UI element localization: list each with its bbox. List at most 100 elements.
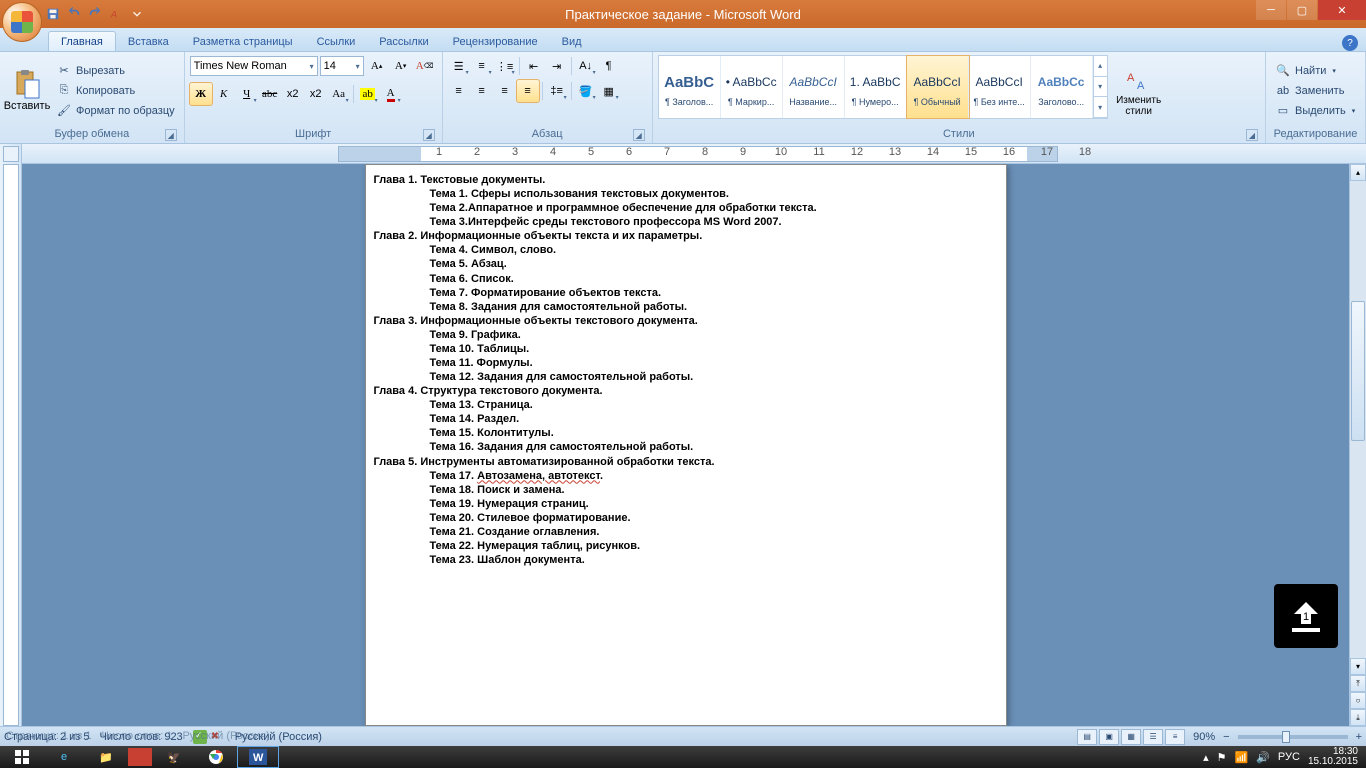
decrease-indent-button[interactable]: ⇤ bbox=[523, 55, 545, 77]
gallery-more[interactable]: ▾ bbox=[1094, 97, 1107, 118]
justify-button[interactable]: ≡ bbox=[517, 80, 539, 102]
view-outline-button[interactable]: ☰ bbox=[1143, 729, 1163, 745]
next-page-button[interactable]: ⤓ bbox=[1350, 709, 1366, 726]
taskbar-ie-icon[interactable]: e bbox=[44, 747, 84, 767]
clipboard-launcher[interactable]: ◢ bbox=[165, 129, 177, 141]
bold-button[interactable]: Ж bbox=[190, 83, 212, 105]
grow-font-icon[interactable]: A▴ bbox=[366, 55, 388, 77]
zoom-slider[interactable] bbox=[1238, 735, 1348, 739]
styles-launcher[interactable]: ◢ bbox=[1246, 129, 1258, 141]
format-painter-button[interactable]: 🖌Формат по образцу bbox=[52, 102, 179, 120]
tab-page-layout[interactable]: Разметка страницы bbox=[181, 32, 305, 51]
underline-button[interactable]: Ч bbox=[236, 83, 258, 105]
start-button[interactable] bbox=[2, 747, 42, 767]
view-print-layout-button[interactable]: ▤ bbox=[1077, 729, 1097, 745]
shading-button[interactable]: 🪣 bbox=[575, 80, 597, 102]
quick-print-icon[interactable]: A bbox=[107, 5, 125, 23]
taskbar-explorer-icon[interactable]: 📁 bbox=[86, 747, 126, 767]
browse-object-button[interactable]: ○ bbox=[1350, 692, 1366, 709]
tray-flag-icon[interactable]: ⚑ bbox=[1217, 751, 1227, 764]
font-launcher[interactable]: ◢ bbox=[423, 129, 435, 141]
align-right-button[interactable]: ≡ bbox=[494, 80, 516, 102]
tray-language[interactable]: РУС bbox=[1278, 751, 1300, 763]
zoom-level[interactable]: 90% bbox=[1193, 731, 1215, 743]
select-button[interactable]: ▭Выделить▾ bbox=[1271, 102, 1359, 120]
shrink-font-icon[interactable]: A▾ bbox=[390, 55, 412, 77]
tab-view[interactable]: Вид bbox=[550, 32, 594, 51]
borders-button[interactable]: ▦ bbox=[598, 80, 620, 102]
font-name-combo[interactable]: ▾ bbox=[190, 56, 318, 76]
highlight-button[interactable]: ab bbox=[357, 83, 379, 105]
paste-button[interactable]: Вставить bbox=[5, 55, 49, 126]
strikethrough-button[interactable]: abc bbox=[259, 83, 281, 105]
replace-button[interactable]: abЗаменить bbox=[1271, 82, 1359, 100]
style-item-0[interactable]: AaBbC¶ Заголов... bbox=[659, 56, 721, 118]
style-item-2[interactable]: AaBbCcIНазвание... bbox=[783, 56, 845, 118]
tray-volume-icon[interactable]: 🔊 bbox=[1256, 751, 1270, 764]
clear-formatting-icon[interactable]: A⌫ bbox=[414, 55, 436, 77]
gallery-down[interactable]: ▾ bbox=[1094, 77, 1107, 98]
style-item-4[interactable]: AaBbCcI¶ Обычный bbox=[907, 56, 969, 118]
vertical-scrollbar[interactable]: ▴ ▾ ⤒ ○ ⤓ bbox=[1349, 164, 1366, 726]
find-button[interactable]: 🔍Найти▾ bbox=[1271, 62, 1359, 80]
document-content[interactable]: Глава 1. Текстовые документы.Тема 1. Сфе… bbox=[374, 173, 998, 567]
scroll-thumb[interactable] bbox=[1351, 301, 1365, 441]
document-page[interactable]: Глава 1. Текстовые документы.Тема 1. Сфе… bbox=[365, 164, 1007, 726]
tray-date[interactable]: 15.10.2015 bbox=[1308, 757, 1358, 767]
subscript-button[interactable]: x2 bbox=[282, 83, 304, 105]
tab-mailings[interactable]: Рассылки bbox=[367, 32, 440, 51]
style-item-3[interactable]: 1. AaBbC¶ Нумеро... bbox=[845, 56, 907, 118]
office-button[interactable] bbox=[2, 2, 42, 42]
tab-home[interactable]: Главная bbox=[48, 31, 116, 51]
view-web-button[interactable]: ▦ bbox=[1121, 729, 1141, 745]
taskbar-chrome-icon[interactable] bbox=[196, 747, 236, 767]
font-name-input[interactable] bbox=[194, 60, 307, 72]
style-item-6[interactable]: AaBbCcЗаголово... bbox=[1031, 56, 1093, 118]
taskbar-word-icon[interactable]: W bbox=[238, 747, 278, 767]
style-item-1[interactable]: • AaBbCc¶ Маркир... bbox=[721, 56, 783, 118]
scroll-track[interactable] bbox=[1350, 181, 1366, 658]
view-draft-button[interactable]: ≡ bbox=[1165, 729, 1185, 745]
vertical-ruler[interactable] bbox=[0, 144, 22, 726]
qat-customize-icon[interactable] bbox=[128, 5, 146, 23]
tab-insert[interactable]: Вставка bbox=[116, 32, 181, 51]
view-full-screen-button[interactable]: ▣ bbox=[1099, 729, 1119, 745]
multilevel-button[interactable]: ⋮≡ bbox=[494, 55, 516, 77]
save-icon[interactable] bbox=[44, 5, 62, 23]
show-marks-button[interactable]: ¶ bbox=[598, 55, 620, 77]
align-center-button[interactable]: ≡ bbox=[471, 80, 493, 102]
bullets-button[interactable]: ☰ bbox=[448, 55, 470, 77]
taskbar-app1-icon[interactable] bbox=[128, 748, 152, 766]
zoom-in-button[interactable]: + bbox=[1356, 731, 1362, 743]
maximize-button[interactable]: ▢ bbox=[1287, 0, 1317, 20]
taskbar-app2-icon[interactable]: 🦅 bbox=[154, 747, 194, 767]
zoom-thumb[interactable] bbox=[1282, 731, 1290, 743]
sort-button[interactable]: A↓ bbox=[575, 55, 597, 77]
zoom-out-button[interactable]: − bbox=[1223, 731, 1229, 743]
font-color-button[interactable]: A bbox=[380, 83, 402, 105]
undo-icon[interactable] bbox=[65, 5, 83, 23]
align-left-button[interactable]: ≡ bbox=[448, 80, 470, 102]
font-size-input[interactable] bbox=[324, 60, 353, 72]
cut-button[interactable]: ✂Вырезать bbox=[52, 62, 179, 80]
tray-network-icon[interactable]: 📶 bbox=[1235, 751, 1249, 764]
scroll-down-button[interactable]: ▾ bbox=[1350, 658, 1366, 675]
help-icon[interactable]: ? bbox=[1342, 35, 1358, 51]
style-item-5[interactable]: AaBbCcI¶ Без инте... bbox=[969, 56, 1031, 118]
increase-indent-button[interactable]: ⇥ bbox=[546, 55, 568, 77]
tab-references[interactable]: Ссылки bbox=[305, 32, 368, 51]
ruler-corner[interactable] bbox=[3, 146, 19, 162]
gallery-up[interactable]: ▴ bbox=[1094, 56, 1107, 77]
redo-icon[interactable] bbox=[86, 5, 104, 23]
close-button[interactable]: ✕ bbox=[1318, 0, 1366, 20]
minimize-button[interactable]: ─ bbox=[1256, 0, 1286, 20]
line-spacing-button[interactable]: ‡≡ bbox=[546, 80, 568, 102]
tab-review[interactable]: Рецензирование bbox=[441, 32, 550, 51]
paragraph-launcher[interactable]: ◢ bbox=[633, 129, 645, 141]
font-size-combo[interactable]: ▾ bbox=[320, 56, 364, 76]
horizontal-ruler[interactable]: 123456789101112131415161718 bbox=[22, 144, 1366, 164]
copy-button[interactable]: ⎘Копировать bbox=[52, 82, 179, 100]
superscript-button[interactable]: x2 bbox=[305, 83, 327, 105]
tray-icon[interactable]: ▴ bbox=[1203, 751, 1209, 764]
numbering-button[interactable]: ≡ bbox=[471, 55, 493, 77]
